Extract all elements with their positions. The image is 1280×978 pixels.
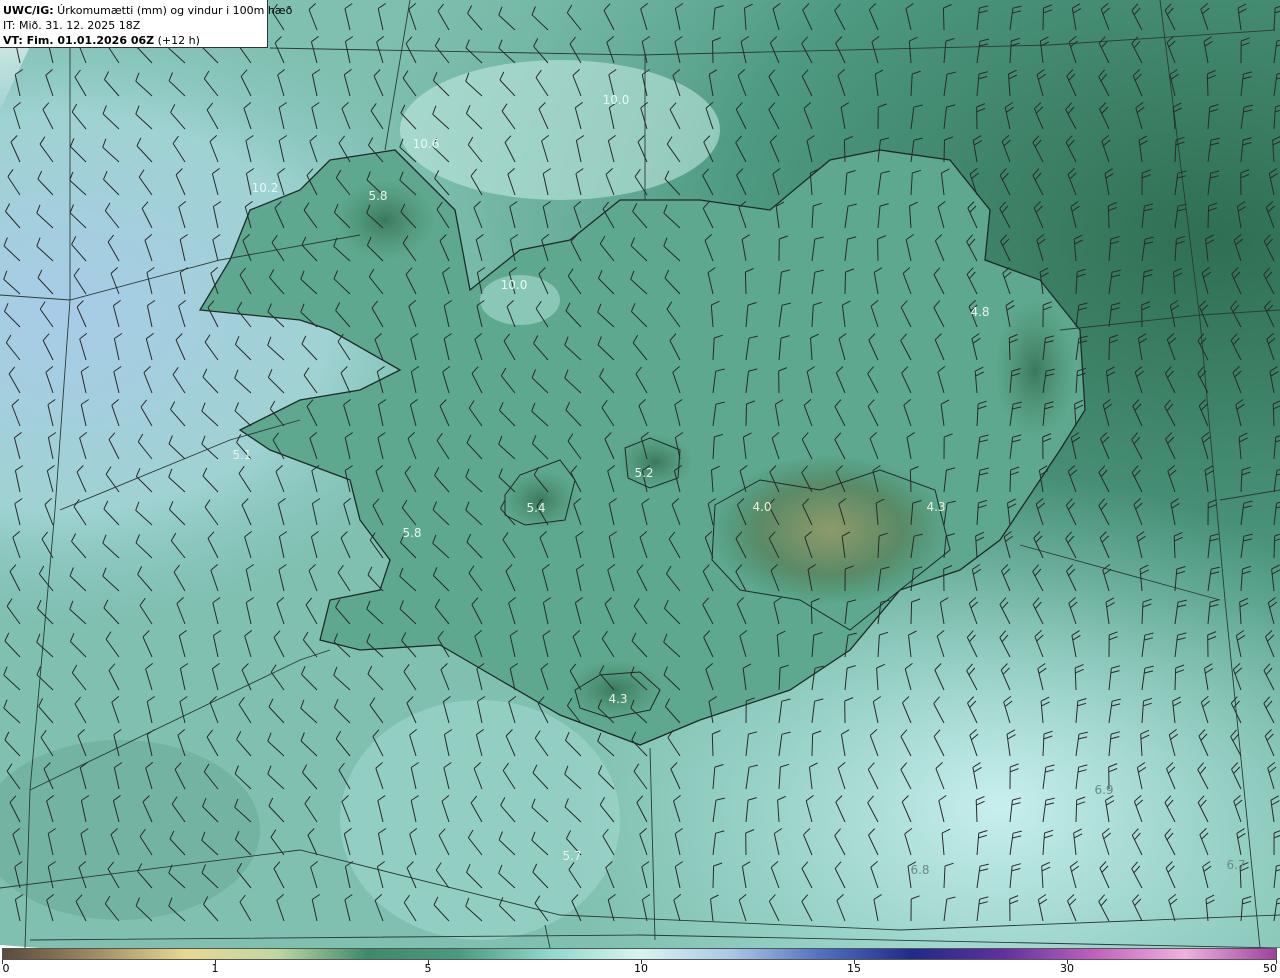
lbl-10-0-north-sea: 10.0 <box>603 93 630 107</box>
lbl-5-4-langjokull: 5.4 <box>526 501 545 515</box>
colorbar: 0 1 5 10 15 30 50 <box>0 948 1280 978</box>
lbl-6-8-south-sea: 6.8 <box>910 863 929 877</box>
lbl-6-7-far-southeast: 6.7 <box>1226 858 1245 872</box>
colorbar-tick-label: 15 <box>847 962 861 975</box>
lbl-10-0-north-center: 10.0 <box>501 278 528 292</box>
map-title: Úrkomumætti (mm) og vindur i 100m hæð <box>53 4 293 17</box>
lbl-5-8-westfjords: 5.8 <box>368 189 387 203</box>
colorbar-tick-label: 30 <box>1060 962 1074 975</box>
initial-time: IT: Mið. 31. 12. 2025 18Z <box>3 19 141 32</box>
colorbar-tick-label: 5 <box>424 962 432 975</box>
lbl-4-3-myrdalsjokull: 4.3 <box>608 692 627 706</box>
lbl-5-8-southwest: 5.8 <box>402 526 421 540</box>
lbl-5-1-west: 5.1 <box>232 448 251 462</box>
colorbar-tick-label: 1 <box>211 962 219 975</box>
forecast-map: 5.8 10.0 10.6 10.2 10.0 4.8 5.1 5.4 5.2 … <box>0 0 1280 948</box>
lbl-10-2-northwest: 10.2 <box>252 181 279 195</box>
product-name: UWC/IG: <box>3 4 54 17</box>
lbl-5-2-hofsjokull: 5.2 <box>634 466 653 480</box>
forecast-offset: (+12 h) <box>154 34 200 47</box>
lbl-10-6-north: 10.6 <box>413 137 440 151</box>
colorbar-tick-label: 0 <box>2 962 10 975</box>
lbl-5-7-south-sea: 5.7 <box>562 849 581 863</box>
colorbar-gradient <box>2 948 1277 960</box>
lbl-6-9-southeast-sea: 6.9 <box>1094 783 1113 797</box>
colorbar-tick-label: 10 <box>634 962 648 975</box>
lbl-4-3-vatnajokull-east: 4.3 <box>926 500 945 514</box>
colorbar-tick-label: 50 <box>1263 962 1277 975</box>
lbl-4-8-east: 4.8 <box>970 305 989 319</box>
map-header: UWC/IG: Úrkomumætti (mm) og vindur i 100… <box>0 0 292 48</box>
valid-time: VT: Fim. 01.01.2026 06Z <box>3 34 155 47</box>
lbl-4-0-vatnajokull-west: 4.0 <box>752 500 771 514</box>
